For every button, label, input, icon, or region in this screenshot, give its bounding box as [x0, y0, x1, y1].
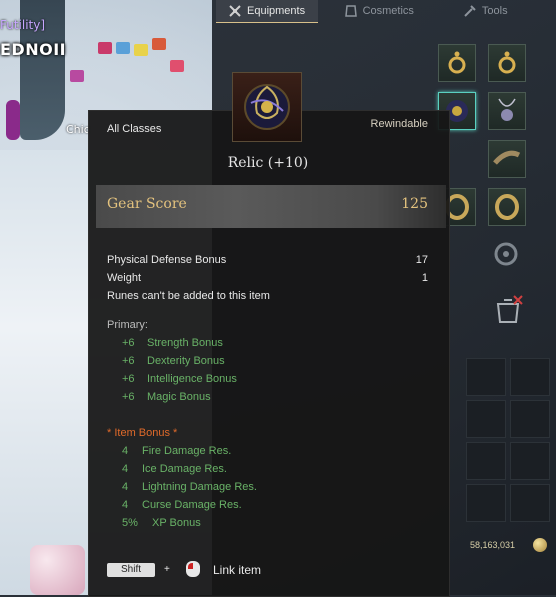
inventory-slot[interactable] [510, 400, 550, 438]
stat-label: Physical Defense Bonus [107, 254, 227, 266]
silver-amount: 58,163,031 [470, 540, 516, 550]
bonus-stat: Lightning Damage Res. [142, 481, 257, 493]
primary-value: +6 [122, 373, 135, 385]
rune-note: Runes can't be added to this item [107, 290, 270, 302]
equip-slot-necklace[interactable] [488, 92, 526, 130]
gear-score-value: 125 [401, 196, 428, 212]
earring-icon [448, 51, 466, 74]
bonus-stat: Ice Damage Res. [142, 463, 227, 475]
primary-stat: Intelligence Bonus [147, 373, 237, 385]
bonus-stat: XP Bonus [152, 517, 201, 529]
equip-slot-earring-right[interactable] [488, 44, 526, 82]
primary-value: +6 [122, 355, 135, 367]
item-icon [232, 72, 302, 142]
tools-icon [464, 5, 476, 17]
inventory-slot[interactable] [466, 484, 506, 522]
bonus-value: 4 [122, 481, 129, 493]
bonus-value: 4 [122, 499, 129, 511]
pink-gift [30, 545, 85, 595]
tab-cosmetics[interactable]: Cosmetics [332, 0, 435, 22]
silver-coin-icon [533, 538, 547, 552]
bonus-stat: Fire Damage Res. [142, 445, 232, 457]
class-restriction: All Classes [107, 123, 162, 135]
tab-label: Tools [481, 5, 508, 17]
gear-score-label: Gear Score [107, 196, 187, 212]
equipment-icon [229, 5, 241, 17]
inventory-slot[interactable] [466, 400, 506, 438]
bonus-value: 5% [122, 517, 138, 529]
gift-box [116, 42, 130, 54]
earring-icon [498, 51, 516, 74]
equip-slot-belt[interactable] [488, 140, 526, 178]
primary-stat: Magic Bonus [147, 391, 211, 403]
inventory-slot[interactable] [510, 358, 550, 396]
gift-box [70, 70, 84, 82]
tab-label: Equipments [247, 5, 306, 17]
inventory-slot[interactable] [510, 484, 550, 522]
primary-stat: Strength Bonus [147, 337, 223, 349]
primary-value: +6 [122, 391, 135, 403]
gift-box [134, 44, 148, 56]
settings-gear-icon[interactable] [488, 236, 524, 272]
ring-icon [495, 194, 519, 220]
character-figure [6, 100, 20, 140]
item-tooltip [88, 110, 450, 597]
relic-icon [244, 84, 290, 130]
mouse-left-click-icon [186, 561, 200, 577]
cosmetics-icon [344, 5, 357, 17]
panel-tabs: Equipments Cosmetics Tools [216, 0, 556, 23]
inventory-slot[interactable] [466, 358, 506, 396]
bonus-value: 4 [122, 463, 129, 475]
equip-slot-earring-left[interactable] [438, 44, 476, 82]
item-name: Relic (+10) [227, 155, 309, 171]
bonus-value: 4 [122, 445, 129, 457]
gift-box [98, 42, 112, 54]
shortcut-action: Link item [213, 563, 262, 577]
npc-label: Chic [66, 123, 90, 136]
tab-label: Cosmetics [362, 5, 414, 17]
belt-icon [493, 150, 521, 165]
shortcut-plus: + [164, 564, 170, 575]
player-name: EDNOII [0, 40, 67, 59]
stat-label: Weight [107, 272, 142, 284]
equip-slot-ring-right[interactable] [488, 188, 526, 226]
gift-box [152, 38, 166, 50]
primary-value: +6 [122, 337, 135, 349]
tab-equipments[interactable]: Equipments [216, 0, 318, 23]
primary-stat: Dexterity Bonus [147, 355, 225, 367]
stat-value: 17 [415, 254, 428, 266]
trash-icon[interactable] [490, 292, 526, 328]
gift-box [170, 60, 184, 72]
guild-tag: Futility] [0, 18, 46, 32]
shift-key: Shift [107, 563, 155, 577]
inventory-slot[interactable] [466, 442, 506, 480]
item-bonus-label: * Item Bonus * [107, 427, 178, 439]
stat-value: 1 [421, 272, 428, 284]
necklace-icon [498, 98, 516, 121]
rewindable-label: Rewindable [370, 118, 428, 130]
inventory-slot[interactable] [510, 442, 550, 480]
primary-label: Primary: [107, 319, 148, 331]
bonus-stat: Curse Damage Res. [142, 499, 242, 511]
tab-tools[interactable]: Tools [451, 0, 556, 22]
